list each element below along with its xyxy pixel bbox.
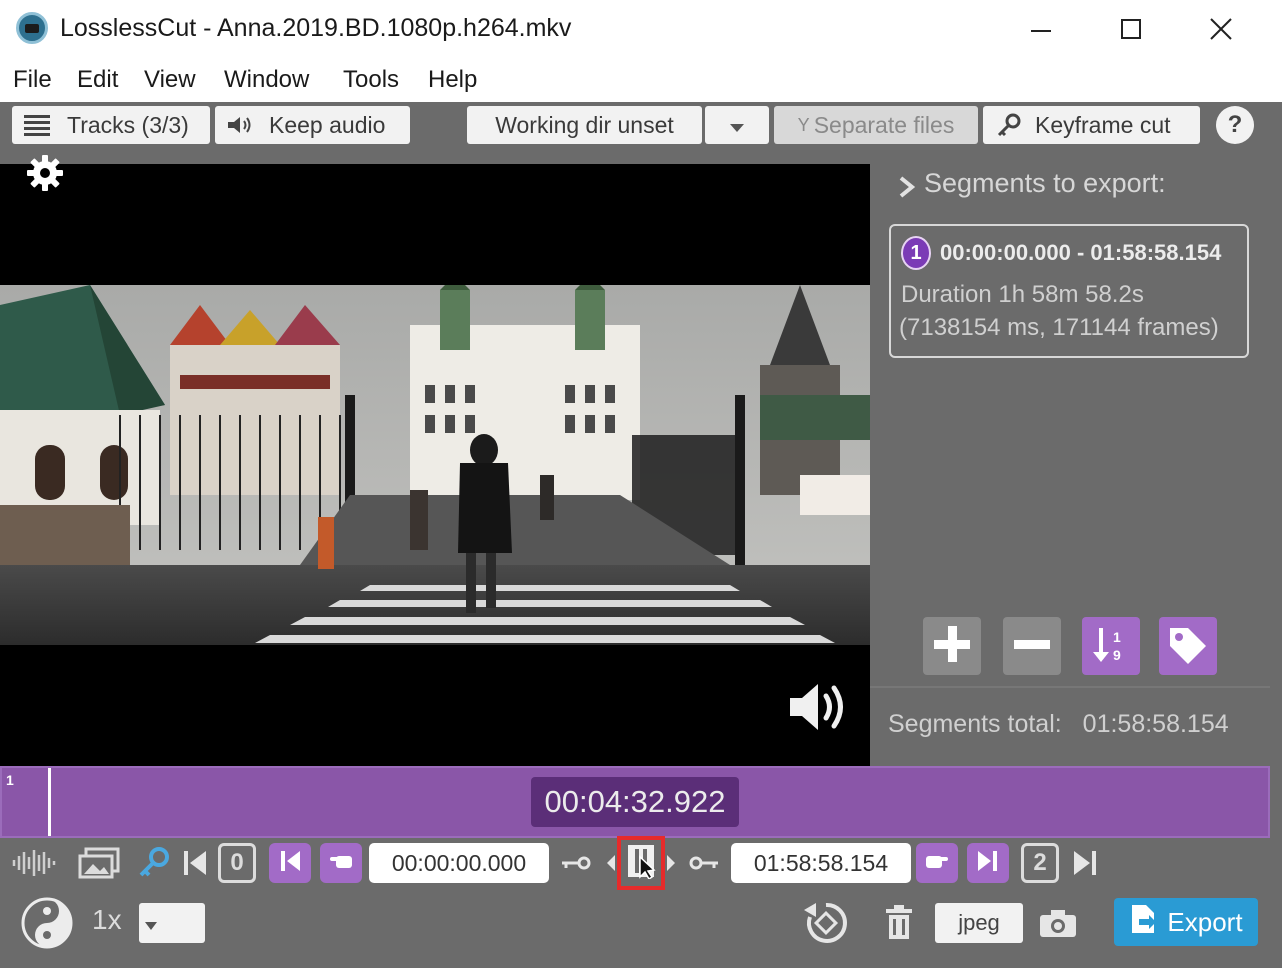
close-button[interactable] — [1176, 0, 1266, 58]
step-back-icon[interactable] — [604, 843, 618, 883]
playhead[interactable] — [48, 768, 51, 836]
menu-lines-icon — [12, 114, 62, 136]
segments-total-value: 01:58:58.154 — [1082, 710, 1229, 738]
keep-audio-label: Keep audio — [269, 111, 386, 138]
menu-file[interactable]: File — [13, 66, 52, 94]
app-icon — [16, 12, 48, 44]
segment-range: 00:00:00.000 - 01:58:58.154 — [940, 240, 1222, 265]
sort-segments-button[interactable]: 19 — [1082, 617, 1140, 675]
separate-files-label: Separate files — [813, 111, 955, 138]
camera-icon[interactable] — [1036, 900, 1080, 946]
dropdown-caret-icon — [730, 112, 744, 139]
svg-text:1: 1 — [1113, 629, 1121, 645]
yin-yang-icon[interactable] — [20, 896, 74, 950]
keyframes-key-icon[interactable] — [134, 843, 174, 883]
segments-total-label: Segments total: — [888, 710, 1062, 738]
keyframe-cut-button[interactable]: Keyframe cut — [983, 106, 1200, 144]
tag-icon — [1166, 622, 1210, 671]
hand-right-icon — [924, 850, 950, 877]
key-icon — [983, 112, 1035, 138]
segment-frames: (7138154 ms, 171144 frames) — [899, 314, 1219, 341]
maximize-button[interactable] — [1086, 0, 1176, 58]
waveform-icon[interactable] — [10, 843, 60, 883]
merge-icon: Y — [797, 114, 810, 135]
minus-icon — [1010, 622, 1054, 671]
set-cut-start-button[interactable] — [320, 843, 362, 883]
rotate-icon[interactable] — [800, 898, 852, 948]
speed-select[interactable] — [139, 903, 205, 943]
segments-title: Segments to export: — [924, 168, 1166, 198]
tracks-button[interactable]: Tracks (3/3) — [12, 106, 210, 144]
skip-start-icon — [278, 849, 302, 878]
svg-text:9: 9 — [1113, 647, 1121, 663]
working-dir-dropdown[interactable] — [705, 106, 769, 144]
separate-files-button[interactable]: Y Separate files — [774, 106, 978, 144]
menu-tools[interactable]: Tools — [343, 66, 399, 94]
speaker-icon — [215, 114, 265, 136]
chevron-right-icon[interactable] — [898, 176, 916, 203]
cut-start-time-field[interactable]: 00:00:00.000 — [369, 843, 549, 883]
jump-end-icon[interactable] — [1070, 843, 1100, 883]
window-title: LosslessCut - Anna.2019.BD.1080p.h264.mk… — [60, 14, 572, 42]
segments-total: Segments total: 01:58:58.154 — [888, 710, 1229, 739]
gear-icon[interactable] — [26, 154, 64, 197]
export-file-icon — [1129, 903, 1157, 942]
keyframe-cut-label: Keyframe cut — [1035, 111, 1171, 138]
remove-segment-button[interactable] — [1003, 617, 1061, 675]
start-segment-box[interactable]: 0 — [218, 843, 256, 883]
jump-start-icon[interactable] — [180, 843, 210, 883]
tracks-label: Tracks (3/3) — [67, 111, 189, 138]
end-segment-box[interactable]: 2 — [1021, 843, 1059, 883]
working-dir-button[interactable]: Working dir unset — [467, 106, 702, 144]
trash-icon[interactable] — [880, 900, 918, 946]
menu-help[interactable]: Help — [428, 66, 477, 94]
video-frame — [0, 285, 870, 645]
volume-icon[interactable] — [786, 680, 852, 739]
dropdown-caret-icon — [145, 917, 157, 935]
segment-duration: Duration 1h 58m 58.2s — [901, 281, 1144, 308]
start-key-icon[interactable] — [558, 843, 594, 883]
export-label: Export — [1167, 906, 1243, 937]
minimize-button[interactable] — [996, 0, 1086, 58]
panel-divider — [870, 686, 1270, 688]
jump-segment-end-button[interactable] — [967, 843, 1009, 883]
cut-end-time-field[interactable]: 01:58:58.154 — [731, 843, 911, 883]
menu-bar: File Edit View Window Tools Help — [0, 58, 1282, 102]
menu-edit[interactable]: Edit — [77, 66, 118, 94]
tag-segment-button[interactable] — [1159, 617, 1217, 675]
timeline-segment-number: 1 — [6, 772, 14, 788]
playback-speed: 1x — [92, 904, 122, 935]
play-pause-button[interactable] — [617, 836, 665, 890]
skip-end-icon — [976, 849, 1000, 878]
step-forward-icon[interactable] — [664, 843, 678, 883]
menu-view[interactable]: View — [144, 66, 196, 94]
end-key-icon[interactable] — [686, 843, 722, 883]
working-dir-label: Working dir unset — [495, 111, 674, 138]
title-bar: LosslessCut - Anna.2019.BD.1080p.h264.mk… — [0, 0, 1282, 58]
add-segment-button[interactable] — [923, 617, 981, 675]
export-button[interactable]: Export — [1114, 898, 1258, 946]
help-button[interactable]: ? — [1216, 106, 1254, 144]
pause-icon — [626, 843, 656, 884]
current-timecode[interactable]: 00:04:32.922 — [531, 777, 739, 827]
hand-left-icon — [328, 850, 354, 877]
jump-segment-start-button[interactable] — [269, 843, 311, 883]
sort-numeric-icon: 19 — [1089, 622, 1133, 671]
segment-number-badge: 1 — [901, 236, 931, 270]
capture-format-button[interactable]: jpeg — [935, 903, 1023, 943]
plus-icon — [930, 622, 974, 671]
set-cut-end-button[interactable] — [916, 843, 958, 883]
thumbnails-icon[interactable] — [76, 843, 122, 883]
menu-window[interactable]: Window — [224, 66, 309, 94]
keep-audio-button[interactable]: Keep audio — [215, 106, 410, 144]
